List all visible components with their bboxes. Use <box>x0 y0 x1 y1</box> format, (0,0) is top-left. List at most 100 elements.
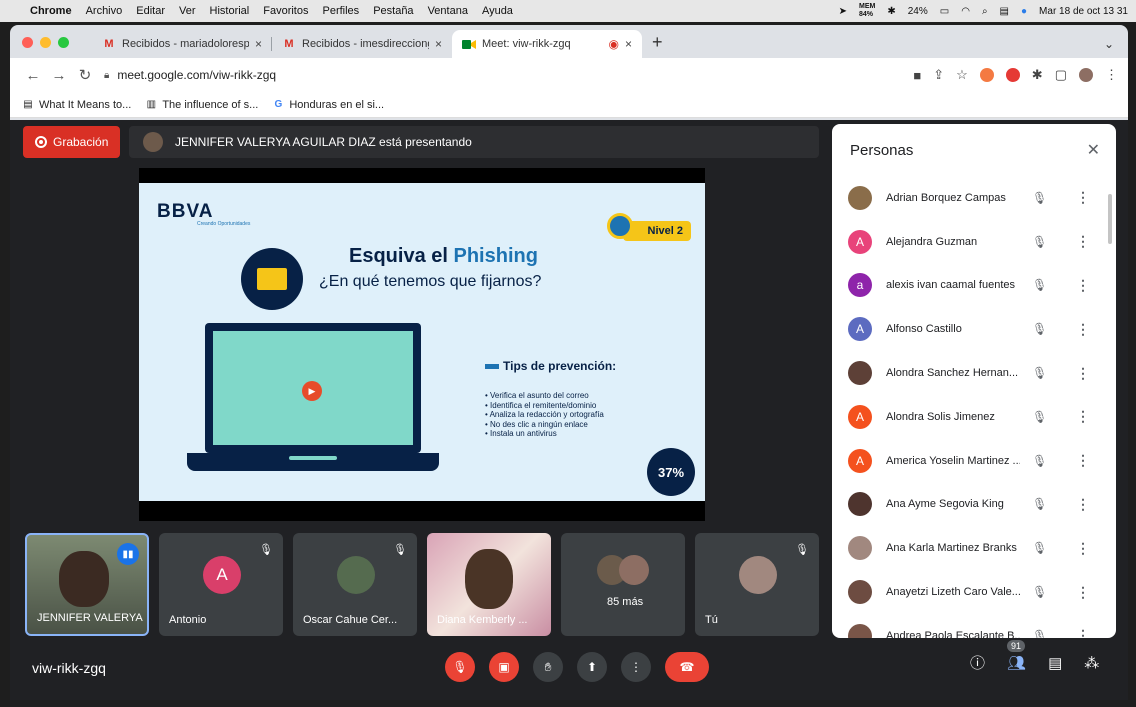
chat-icon[interactable]: ▤ <box>1048 654 1062 672</box>
present-button[interactable]: ⬆ <box>577 652 607 682</box>
menu-ver[interactable]: Ver <box>179 5 196 17</box>
chrome-menu-icon[interactable]: ⋮ <box>1105 67 1118 83</box>
mic-off-icon[interactable]: 🎙︎ <box>1032 454 1047 468</box>
close-tab-icon[interactable]: × <box>435 37 442 51</box>
activities-icon[interactable]: ⁂ <box>1084 654 1099 672</box>
reload-button[interactable]: ↻ <box>72 66 98 84</box>
more-options-icon[interactable]: ⋮ <box>1076 189 1090 206</box>
mic-off-icon[interactable]: 🎙︎ <box>1032 585 1047 599</box>
mic-off-icon[interactable]: 🎙︎ <box>1032 278 1047 292</box>
mic-off-icon[interactable]: 🎙︎ <box>1032 366 1047 380</box>
more-options-icon[interactable]: ⋮ <box>1076 452 1090 469</box>
more-options-icon[interactable]: ⋮ <box>1076 277 1090 294</box>
camera-in-use-icon[interactable]: ■ <box>913 68 921 83</box>
recording-button[interactable]: Grabación <box>23 126 121 158</box>
lock-icon[interactable]: 🔒︎ <box>104 70 109 81</box>
mic-off-icon[interactable]: 🎙︎ <box>1032 235 1047 249</box>
person-row[interactable]: A Alfonso Castillo 🎙︎ ⋮ <box>832 307 1116 351</box>
meeting-code: viw-rikk-zgq <box>32 660 106 676</box>
meet-app: Grabación JENNIFER VALERYA AGUILAR DIAZ … <box>10 120 1128 700</box>
bookmark-star-icon[interactable]: ☆ <box>956 67 968 83</box>
spotlight-icon[interactable]: ⌕ <box>982 6 988 17</box>
person-row[interactable]: Alondra Sanchez Hernan... 🎙︎ ⋮ <box>832 351 1116 395</box>
more-options-icon[interactable]: ⋮ <box>1076 408 1090 425</box>
menu-perfiles[interactable]: Perfiles <box>323 5 360 17</box>
mic-toggle-button[interactable]: 🎙︎ <box>445 652 475 682</box>
tile-more[interactable]: 85 más <box>561 533 685 636</box>
menu-historial[interactable]: Historial <box>210 5 250 17</box>
more-options-icon[interactable]: ⋮ <box>1076 627 1090 638</box>
person-row[interactable]: Andrea Paola Escalante B... 🎙︎ ⋮ <box>832 614 1116 638</box>
person-row[interactable]: A Alejandra Guzman 🎙︎ ⋮ <box>832 220 1116 264</box>
menu-favoritos[interactable]: Favoritos <box>263 5 308 17</box>
tile-self[interactable]: 🎙︎ Tú <box>695 533 819 636</box>
person-row[interactable]: Anayetzi Lizeth Caro Vale... 🎙︎ ⋮ <box>832 570 1116 614</box>
tab-meet[interactable]: Meet: viw-rikk-zgq ◉ × <box>452 30 642 58</box>
tile-jennifer[interactable]: ▮▮ JENNIFER VALERYA <box>25 533 149 636</box>
person-row[interactable]: Adrian Borquez Campas 🎙︎ ⋮ <box>832 176 1116 220</box>
menu-ventana[interactable]: Ventana <box>428 5 468 17</box>
new-tab-button[interactable]: + <box>652 32 663 53</box>
share-icon[interactable]: ⇪ <box>933 67 944 83</box>
close-panel-button[interactable]: ✕ <box>1087 140 1100 160</box>
minimize-window-button[interactable] <box>40 37 51 48</box>
person-row[interactable]: A Alondra Solis Jimenez 🎙︎ ⋮ <box>832 395 1116 439</box>
more-options-icon[interactable]: ⋮ <box>1076 321 1090 338</box>
battery-icon[interactable]: ▭ <box>940 6 949 17</box>
url-text[interactable]: meet.google.com/viw-rikk-zgq <box>117 68 276 82</box>
tile-antonio[interactable]: 🎙︎ A Antonio <box>159 533 283 636</box>
siri-icon[interactable]: ● <box>1021 6 1027 17</box>
more-options-icon[interactable]: ⋮ <box>1076 584 1090 601</box>
tab-gmail-1[interactable]: M Recibidos - mariadolorespanto × <box>92 30 272 58</box>
person-row[interactable]: A America Yoselin Martinez ... 🎙︎ ⋮ <box>832 439 1116 483</box>
more-options-icon[interactable]: ⋮ <box>1076 365 1090 382</box>
wifi-icon[interactable]: ◠ <box>961 6 970 17</box>
more-options-icon[interactable]: ⋮ <box>1076 540 1090 557</box>
menu-pestana[interactable]: Pestaña <box>373 5 413 17</box>
person-row[interactable]: Ana Ayme Segovia King 🎙︎ ⋮ <box>832 483 1116 527</box>
forward-button[interactable]: → <box>46 67 72 84</box>
menu-archivo[interactable]: Archivo <box>86 5 123 17</box>
info-icon[interactable]: ⓘ <box>970 652 985 673</box>
profile-avatar[interactable] <box>1079 68 1093 82</box>
tab-search-icon[interactable]: ⌄ <box>1104 37 1114 51</box>
person-row[interactable]: a alexis ivan caamal fuentes 🎙︎ ⋮ <box>832 264 1116 308</box>
more-options-icon[interactable]: ⋮ <box>1076 496 1090 513</box>
close-tab-icon[interactable]: × <box>255 37 262 51</box>
close-window-button[interactable] <box>22 37 33 48</box>
tab-gmail-2[interactable]: M Recibidos - imesdirecciongene × <box>272 30 452 58</box>
extension-red-icon[interactable] <box>1005 68 1020 82</box>
mic-off-icon[interactable]: 🎙︎ <box>1032 541 1047 555</box>
raise-hand-button[interactable]: ✋︎ <box>533 652 563 682</box>
mic-off-icon[interactable]: 🎙︎ <box>1032 191 1047 205</box>
tab-title: Recibidos - mariadolorespanto <box>122 38 249 50</box>
bookmark-3[interactable]: G Honduras en el si... <box>272 99 384 111</box>
menu-editar[interactable]: Editar <box>136 5 165 17</box>
extension-orange-icon[interactable] <box>979 68 994 82</box>
menu-ayuda[interactable]: Ayuda <box>482 5 513 17</box>
bookmark-2[interactable]: ▥ The influence of s... <box>145 99 259 111</box>
camera-toggle-button[interactable]: ▣ <box>489 652 519 682</box>
mic-off-icon[interactable]: 🎙︎ <box>1032 410 1047 424</box>
more-options-icon[interactable]: ⋮ <box>1076 233 1090 250</box>
address-bar[interactable]: 🔒︎ meet.google.com/viw-rikk-zgq <box>104 62 913 88</box>
close-tab-icon[interactable]: × <box>625 37 632 51</box>
bookmark-1[interactable]: ▤ What It Means to... <box>22 99 131 111</box>
tile-diana[interactable]: Diana Kemberly ... <box>427 533 551 636</box>
mic-off-icon[interactable]: 🎙︎ <box>1032 497 1047 511</box>
bluetooth-icon[interactable]: ✱ <box>887 6 895 17</box>
more-options-button[interactable]: ⋮ <box>621 652 651 682</box>
control-center-icon[interactable]: ▤ <box>1000 6 1009 17</box>
back-button[interactable]: ← <box>20 67 46 84</box>
mic-off-icon[interactable]: 🎙︎ <box>1032 629 1047 638</box>
mic-off-icon[interactable]: 🎙︎ <box>1032 322 1047 336</box>
tile-oscar[interactable]: 🎙︎ Oscar Cahue Cer... <box>293 533 417 636</box>
person-row[interactable]: Ana Karla Martinez Branks 🎙︎ ⋮ <box>832 526 1116 570</box>
clock[interactable]: Mar 18 de oct 13 31 <box>1039 6 1128 17</box>
extensions-puzzle-icon[interactable]: ✱ <box>1032 67 1043 83</box>
zoom-window-button[interactable] <box>58 37 69 48</box>
app-menu[interactable]: Chrome <box>30 5 72 17</box>
people-button[interactable]: 91 👥︎ <box>1007 639 1026 672</box>
side-panel-icon[interactable]: ▢ <box>1055 67 1067 83</box>
leave-call-button[interactable]: ☎︎ <box>665 652 709 682</box>
